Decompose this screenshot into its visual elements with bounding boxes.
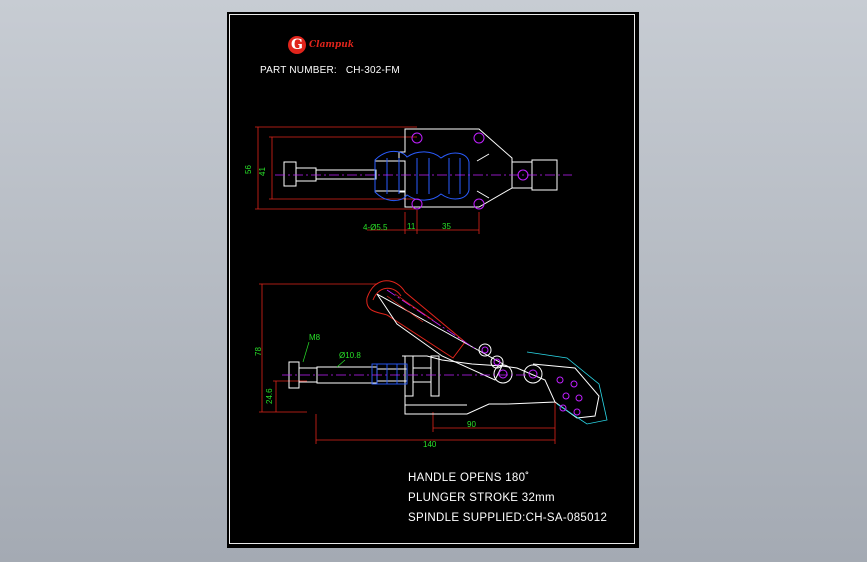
dim-thread: M8 xyxy=(309,333,321,342)
dim-inner-height: 41 xyxy=(258,167,267,176)
top-view: 56 41 4-Ø5.5 11 35 xyxy=(244,126,572,234)
note-plunger-stroke: PLUNGER STROKE 32mm xyxy=(408,492,555,504)
dim-holes: 4-Ø5.5 xyxy=(363,223,388,232)
dim-height: 78 xyxy=(254,347,263,356)
dim-overall-height: 56 xyxy=(244,165,253,174)
note-handle-opens: HANDLE OPENS 180˚ xyxy=(408,472,530,484)
dim-hole-offset: 11 xyxy=(407,222,416,231)
side-view: 78 24.6 M8 Ø10.8 90 140 xyxy=(254,280,608,449)
dim-base-height: 24.6 xyxy=(265,388,274,404)
dim-reach: 90 xyxy=(467,420,476,429)
dim-shaft-dia: Ø10.8 xyxy=(339,351,361,360)
drawing-sheet: G Clampuk PART NUMBER: CH-302-FM 56 41 4… xyxy=(227,12,639,548)
dim-length: 140 xyxy=(423,440,437,449)
clamp-drawing: 56 41 4-Ø5.5 11 35 78 24.6 M8 Ø10.8 90 1… xyxy=(244,126,608,449)
note-spindle-supplied: SPINDLE SUPPLIED:CH-SA-085012 xyxy=(408,512,608,524)
dim-hole-spacing: 35 xyxy=(442,222,451,231)
